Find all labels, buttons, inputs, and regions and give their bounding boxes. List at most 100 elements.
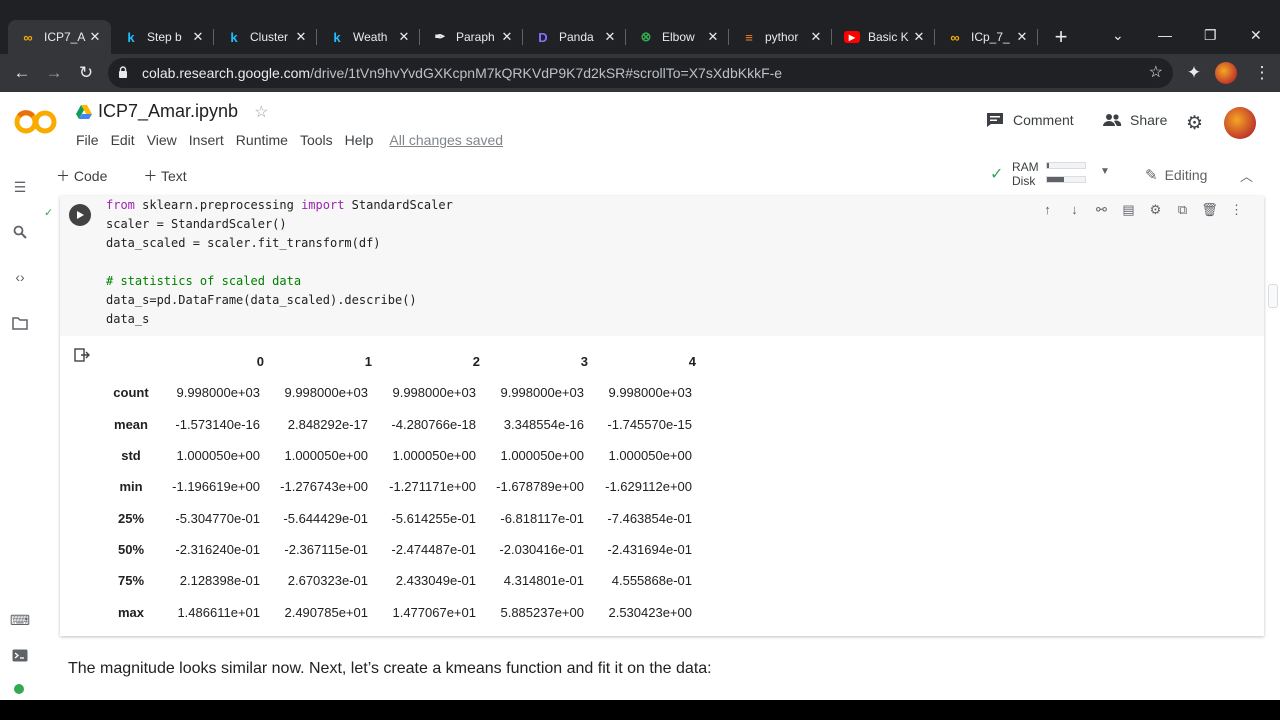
files-folder-icon[interactable] — [11, 314, 29, 332]
browser-tab[interactable]: k Step b ✕ — [111, 20, 214, 54]
add-code-button[interactable]: ＋ Code — [56, 166, 125, 186]
settings-gear-icon[interactable]: ⚙ — [1186, 112, 1203, 135]
close-tab-icon[interactable]: ✕ — [705, 29, 721, 45]
code-snippets-icon[interactable]: ‹› — [11, 268, 29, 286]
table-cell: 2.128398e-01 — [179, 573, 260, 589]
tab-title: Paraph — [456, 30, 495, 44]
reload-icon[interactable]: ↻ — [74, 61, 98, 85]
share-label: Share — [1130, 112, 1168, 128]
code-editor[interactable]: from sklearn.preprocessing import Standa… — [60, 196, 1264, 336]
code-token: data_scaled = scaler.fit_transform(df) — [106, 236, 381, 250]
forward-icon[interactable]: → — [42, 61, 66, 85]
run-cell-button[interactable] — [69, 204, 91, 226]
new-tab-icon[interactable]: + — [1044, 20, 1078, 54]
delete-cell-icon[interactable]: 🗑 — [1196, 202, 1223, 218]
browser-tab[interactable]: k Cluster ✕ — [214, 20, 317, 54]
row-label: mean — [114, 416, 148, 432]
output-action-icon[interactable] — [74, 348, 90, 362]
menu-edit[interactable]: Edit — [105, 132, 141, 148]
restore-icon[interactable]: ❐ — [1204, 20, 1217, 50]
close-tab-icon[interactable]: ✕ — [911, 29, 927, 45]
google-drive-icon[interactable] — [76, 104, 92, 119]
table-cell: -7.463854e-01 — [607, 510, 692, 526]
code-line: # statistics of scaled data — [106, 272, 453, 291]
browser-tab[interactable]: k Weath ✕ — [317, 20, 420, 54]
cell-settings-icon[interactable]: ⚙ — [1142, 202, 1169, 218]
close-tab-icon[interactable]: ✕ — [87, 29, 103, 45]
close-tab-icon[interactable]: ✕ — [1014, 29, 1030, 45]
people-share-icon — [1103, 114, 1122, 126]
user-avatar[interactable] — [1224, 107, 1256, 139]
add-text-button[interactable]: ＋ Text — [143, 166, 204, 186]
more-options-icon[interactable]: ⋮ — [1223, 202, 1250, 218]
browser-tab[interactable]: D Panda ✕ — [523, 20, 626, 54]
close-window-icon[interactable]: ✕ — [1250, 20, 1262, 50]
browser-tab[interactable]: ✒ Paraph ✕ — [420, 20, 523, 54]
back-icon[interactable]: ← — [10, 61, 34, 85]
collapse-header-icon[interactable]: ︿ — [1240, 166, 1253, 185]
browser-tab[interactable]: ▶ Basic K ✕ — [832, 20, 935, 54]
save-status-link[interactable]: All changes saved — [383, 132, 509, 148]
column-header: 1 — [364, 354, 372, 370]
table-cell: 4.555868e-01 — [611, 573, 692, 589]
markdown-text-cell[interactable]: The magnitude looks similar now. Next, l… — [68, 660, 712, 678]
move-down-icon[interactable]: ↓ — [1061, 202, 1088, 218]
comment-button[interactable]: Comment — [986, 112, 1074, 128]
close-tab-icon[interactable]: ✕ — [396, 29, 412, 45]
link-icon[interactable]: ⚯ — [1088, 202, 1115, 218]
table-cell: -5.644429e-01 — [283, 510, 368, 526]
menu-help[interactable]: Help — [339, 132, 380, 148]
share-button[interactable]: Share — [1102, 112, 1167, 128]
command-palette-icon[interactable]: ⌨ — [10, 611, 30, 629]
add-comment-icon[interactable]: ▤ — [1115, 202, 1142, 218]
close-tab-icon[interactable]: ✕ — [499, 29, 515, 45]
editing-mode-button[interactable]: ✎ Editing — [1145, 166, 1207, 184]
code-cell[interactable]: from sklearn.preprocessing import Standa… — [60, 196, 1264, 636]
colab-logo-icon[interactable] — [14, 108, 58, 136]
bookmark-star-icon[interactable]: ☆ — [1149, 62, 1163, 82]
close-tab-icon[interactable]: ✕ — [808, 29, 824, 45]
extensions-icon[interactable]: ✦ — [1182, 61, 1206, 85]
tab-title: Panda — [559, 30, 594, 44]
search-icon[interactable] — [11, 223, 29, 241]
menu-tools[interactable]: Tools — [294, 132, 339, 148]
resource-monitor[interactable]: ✓ RAM Disk ▼ — [988, 160, 1114, 188]
code-line: data_scaled = scaler.fit_transform(df) — [106, 234, 453, 253]
minimize-icon[interactable]: — — [1158, 20, 1172, 50]
browser-menu-icon[interactable]: ⋮ — [1250, 61, 1274, 85]
table-row: 75% 2.128398e-01 2.670323e-01 2.433049e-01 4… — [104, 565, 698, 596]
close-tab-icon[interactable]: ✕ — [293, 29, 309, 45]
scrollbar-thumb[interactable] — [1268, 284, 1278, 308]
table-of-contents-icon[interactable]: ☰ — [11, 178, 29, 196]
notebook-title[interactable]: ICP7_Amar.ipynb — [98, 101, 238, 122]
menu-view[interactable]: View — [141, 132, 183, 148]
favorite-star-icon[interactable]: ☆ — [254, 102, 268, 122]
browser-tab-strip: ∞ ICP7_A ✕ k Step b ✕ k Cluster ✕ k Weath ✕ ✒ Paraph ✕… — [0, 0, 1280, 56]
browser-tab[interactable]: ≡ pythor ✕ — [729, 20, 832, 54]
browser-tab[interactable]: ⊗ Elbow ✕ — [626, 20, 729, 54]
kaggle-icon: k — [333, 29, 341, 45]
table-cell: 2.848292e-17 — [287, 416, 368, 432]
close-tab-icon[interactable]: ✕ — [190, 29, 206, 45]
code-line: data_s — [106, 310, 453, 329]
screen-bottom-border — [0, 700, 1280, 720]
tab-search-icon[interactable]: ⌄ — [1112, 20, 1124, 50]
table-cell: 1.000050e+00 — [284, 448, 368, 464]
mirror-cell-icon[interactable]: ⧉ — [1169, 202, 1196, 218]
close-tab-icon[interactable]: ✕ — [602, 29, 618, 45]
connection-status-dot — [14, 684, 24, 694]
terminal-icon[interactable] — [11, 646, 29, 664]
url-field[interactable]: colab.research.google.com/drive/1tVn9hvY… — [108, 58, 1173, 88]
resource-dropdown-icon[interactable]: ▼ — [1100, 166, 1110, 177]
colab-icon: ∞ — [23, 29, 33, 45]
code-line: scaler = StandardScaler() — [106, 215, 453, 234]
menu-runtime[interactable]: Runtime — [230, 132, 294, 148]
profile-avatar-icon[interactable] — [1214, 61, 1238, 85]
browser-tab[interactable]: ∞ ICP7_A ✕ — [8, 20, 111, 54]
column-header — [104, 346, 158, 377]
code-text[interactable]: from sklearn.preprocessing import Standa… — [106, 196, 453, 329]
menu-file[interactable]: File — [70, 132, 105, 148]
browser-tab[interactable]: ∞ ICp_7_ ✕ — [935, 20, 1038, 54]
menu-insert[interactable]: Insert — [183, 132, 230, 148]
move-up-icon[interactable]: ↑ — [1034, 202, 1061, 218]
